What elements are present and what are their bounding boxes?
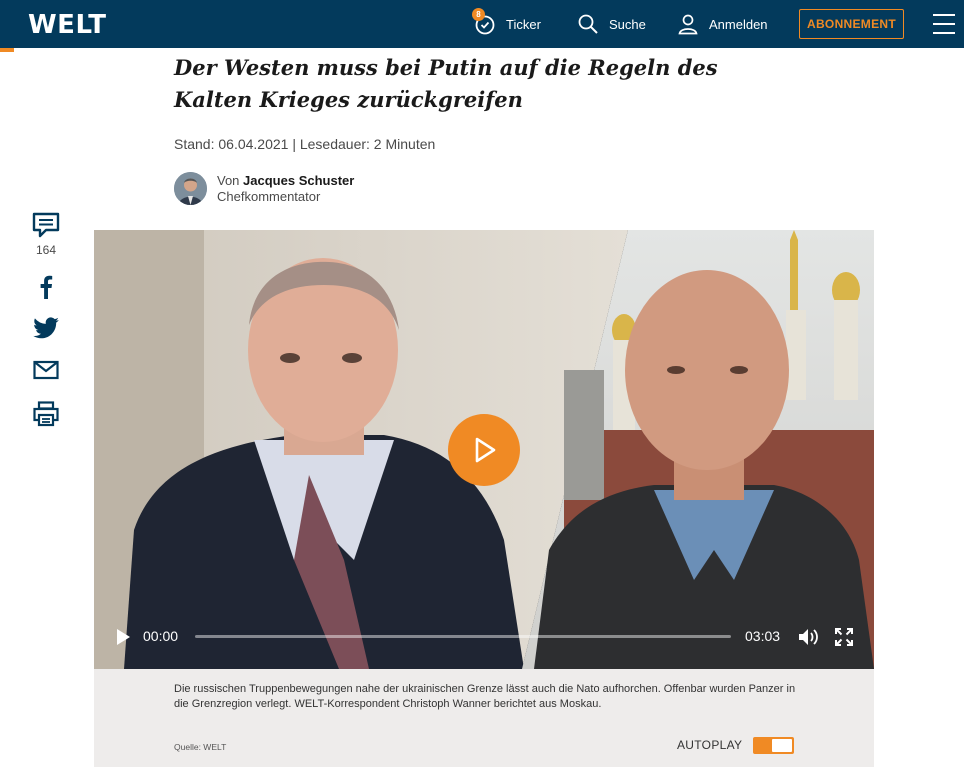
video-player[interactable]: 00:00 03:03: [94, 230, 874, 669]
welt-logo[interactable]: WELT: [28, 10, 106, 40]
author-name[interactable]: Jacques Schuster: [243, 173, 354, 188]
fullscreen-icon[interactable]: [835, 628, 853, 646]
duration: 03:03: [745, 628, 781, 644]
author-avatar[interactable]: [174, 172, 207, 205]
nav-login[interactable]: Anmelden: [677, 0, 768, 48]
play-video-button[interactable]: [448, 414, 520, 486]
progress-bar[interactable]: [195, 635, 731, 638]
article-meta: Stand: 06.04.2021 | Lesedauer: 2 Minuten: [174, 136, 436, 152]
ticker-count-badge: 8: [472, 8, 485, 21]
comments-button[interactable]: [32, 211, 60, 239]
comment-icon: [32, 212, 60, 238]
share-email-button[interactable]: [32, 356, 60, 384]
twitter-icon: [33, 317, 59, 339]
current-time: 00:00: [143, 628, 179, 644]
nav-ticker[interactable]: Ticker: [474, 0, 541, 48]
print-button[interactable]: [32, 400, 60, 428]
print-icon: [33, 401, 59, 427]
nav-search[interactable]: Suche: [577, 0, 646, 48]
article-headline: Der Westen muss bei Putin auf die Regeln…: [174, 55, 718, 112]
nav-login-label: Anmelden: [709, 16, 768, 32]
share-facebook-button[interactable]: [32, 273, 60, 301]
share-twitter-button[interactable]: [32, 314, 60, 342]
nav-search-label: Suche: [609, 16, 646, 32]
video-caption-box: Die russischen Truppenbewegungen nahe de…: [94, 669, 874, 767]
video-source: Quelle: WELT: [174, 742, 227, 752]
email-icon: [33, 360, 59, 380]
comment-count: 164: [35, 243, 57, 257]
author-byline: Von Jacques Schuster: [217, 173, 354, 188]
video-caption: Die russischen Truppenbewegungen nahe de…: [174, 683, 796, 710]
author-role: Chefkommentator: [217, 189, 321, 204]
nav-ticker-label: Ticker: [506, 16, 541, 32]
author-prefix: Von: [217, 173, 240, 188]
autoplay-label: AUTOPLAY: [677, 738, 743, 752]
facebook-icon: [40, 275, 53, 299]
play-icon: [475, 437, 496, 463]
video-controls: 00:00 03:03: [94, 622, 874, 652]
autoplay-toggle-knob: [772, 739, 792, 752]
volume-icon[interactable]: [797, 627, 821, 647]
subscribe-button[interactable]: ABONNEMENT: [799, 9, 904, 39]
hamburger-menu-icon[interactable]: [933, 14, 955, 34]
accent-strip: [0, 48, 14, 52]
play-control-icon[interactable]: [114, 628, 132, 646]
search-icon: [578, 14, 598, 34]
autoplay-toggle[interactable]: [753, 737, 794, 754]
user-icon: [678, 14, 698, 35]
